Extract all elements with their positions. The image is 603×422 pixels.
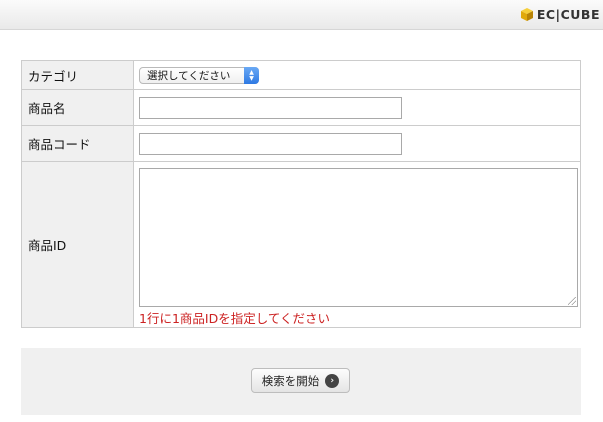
row-product-id: 商品ID 1行に1商品IDを指定してください xyxy=(21,161,581,328)
row-category: カテゴリ 選択してください ▲ ▼ xyxy=(21,60,581,90)
row-product-code: 商品コード xyxy=(21,125,581,162)
product-name-label: 商品名 xyxy=(21,89,134,126)
top-bar: EC|CUBE xyxy=(0,0,603,30)
cube-icon xyxy=(520,7,533,21)
product-id-hint: 1行に1商品IDを指定してください xyxy=(139,311,330,326)
search-button-label: 検索を開始 xyxy=(261,373,320,388)
search-button[interactable]: 検索を開始 › xyxy=(251,368,350,393)
product-name-input[interactable] xyxy=(139,96,402,119)
product-id-textarea[interactable] xyxy=(139,168,578,307)
product-id-label: 商品ID xyxy=(21,161,134,328)
select-arrows-icon: ▲ ▼ xyxy=(244,67,259,84)
ec-cube-logo: EC|CUBE xyxy=(520,5,600,23)
logo-text: EC|CUBE xyxy=(536,6,600,22)
search-form-table: カテゴリ 選択してください ▲ ▼ 商品名 商品コード 商品ID 1行に1商品I… xyxy=(21,60,581,328)
category-select[interactable]: 選択してください ▲ ▼ xyxy=(139,67,259,84)
resize-grip-icon[interactable] xyxy=(568,297,576,305)
product-code-label: 商品コード xyxy=(21,125,134,162)
product-code-input[interactable] xyxy=(139,132,402,155)
row-product-name: 商品名 xyxy=(21,89,581,126)
search-action-area: 検索を開始 › xyxy=(21,348,581,415)
chevron-right-circle-icon: › xyxy=(325,373,340,388)
category-select-value: 選択してください xyxy=(147,70,231,82)
category-label: カテゴリ xyxy=(21,60,134,90)
